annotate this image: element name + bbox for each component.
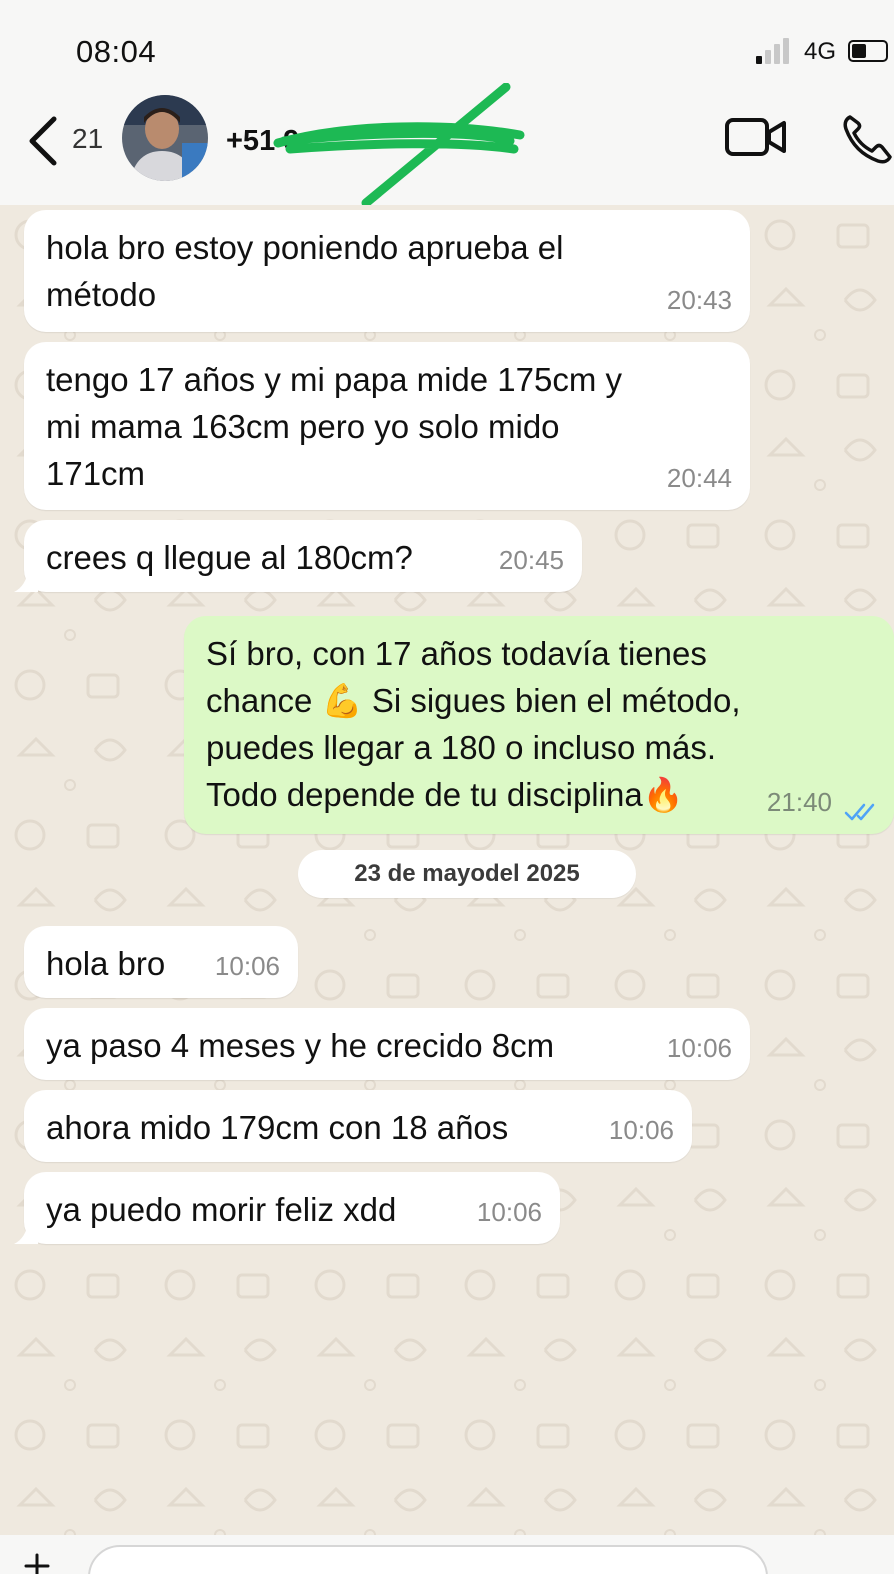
input-bar [0,1535,894,1574]
signal-strength-icon [756,38,796,64]
contact-photo [122,95,208,181]
phone-icon [843,115,892,164]
battery-icon [848,40,888,62]
message-bubble[interactable]: ya puedo morir feliz xdd 10:06 [14,1172,560,1244]
unread-count: 21 [72,123,104,154]
message-bubble[interactable]: tengo 17 años y mi papa mide 175cm y mi … [24,342,750,510]
bubble-tail [14,570,38,592]
message-time: 10:06 [666,1033,732,1063]
redaction-scribble [273,83,525,208]
message-time: 20:44 [666,463,732,493]
chat-header: 21 +51 9 [0,83,894,208]
message-bubble[interactable]: hola bro estoy poniendo aprueba el métod… [24,210,750,332]
chat-area[interactable]: hola bro estoy poniendo aprueba el métod… [0,205,894,1535]
message-text: crees q llegue al 180cm? [46,539,413,576]
message-bubble[interactable]: crees q llegue al 180cm? 20:45 [14,520,582,592]
video-camera-icon [725,118,786,156]
message-bubble[interactable]: ya paso 4 meses y he crecido 8cm 10:06 [24,1008,750,1080]
message-text: tengo 17 años y mi papa mide 175cm y mi … [46,361,623,492]
message-time: 10:06 [476,1197,542,1227]
message-time: 10:06 [608,1115,674,1145]
voice-call-button[interactable] [840,111,894,165]
status-bar: 08:04 4G [0,0,894,95]
message-bubble[interactable]: hola bro 10:06 [24,926,298,998]
message-text: ahora mido 179cm con 18 años [46,1109,509,1146]
message-text: hola bro estoy poniendo aprueba el métod… [46,229,564,313]
network-type: 4G [804,38,837,65]
chevron-left-icon [29,116,57,166]
message-bubble-outgoing[interactable]: Sí bro, con 17 años todavía tienes chanc… [184,616,894,834]
plus-icon[interactable] [22,1551,52,1574]
avatar[interactable] [122,95,208,181]
double-check-icon [844,803,875,821]
message-text: ya paso 4 meses y he crecido 8cm [46,1027,555,1064]
message-input[interactable] [88,1545,768,1574]
message-text: ya puedo morir feliz xdd [46,1191,397,1228]
battery-level [852,44,866,58]
video-call-button[interactable] [724,117,788,157]
message-time: 20:45 [498,545,564,575]
message-time: 10:06 [214,951,280,981]
status-time: 08:04 [76,34,157,69]
message-bubble[interactable]: ahora mido 179cm con 18 años 10:06 [24,1090,692,1162]
bubble-tail [14,1222,38,1244]
message-time: 21:40 [766,787,832,817]
message-time: 20:43 [666,285,732,315]
date-separator: 23 de mayodel 2025 [298,850,636,898]
